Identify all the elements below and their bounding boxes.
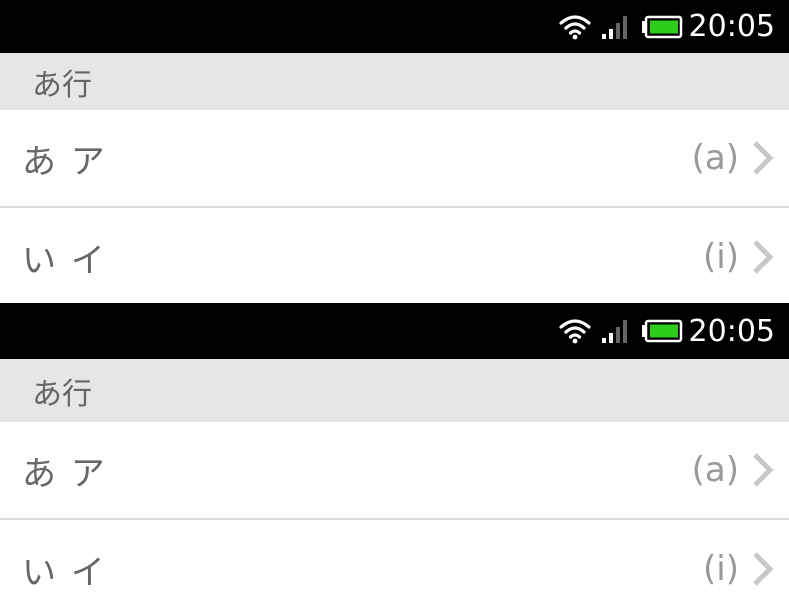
section-header: あ行 [0,53,789,110]
kana-label: い イ [22,552,107,593]
list-item[interactable]: あ ア (a) [0,422,789,520]
chevron-right-icon [751,452,775,488]
list-item[interactable]: あ ア (a) [0,110,789,208]
romaji-label: (i) [703,237,739,277]
battery-icon [641,15,683,39]
chevron-right-icon [751,140,775,176]
signal-icon [601,318,631,344]
section-header: あ行 [0,359,789,422]
kana-label: あ ア [22,453,107,494]
phone-screen-1: 20:05 あ行 あ ア (a) い イ (i) [0,0,789,303]
phone-screen-2: 20:05 あ行 あ ア (a) い イ (i) [0,303,789,600]
romaji-label: (i) [703,549,739,589]
chevron-right-icon [751,239,775,275]
battery-icon [641,319,683,343]
kana-label: あ ア [22,141,107,182]
status-bar: 20:05 [0,303,789,359]
chevron-right-icon [751,551,775,587]
status-time: 20:05 [688,9,775,44]
signal-icon [601,14,631,40]
kana-label: い イ [22,240,107,281]
romaji-label: (a) [691,450,739,490]
list-item[interactable]: い イ (i) [0,520,789,600]
status-time: 20:05 [688,313,775,349]
wifi-icon [558,318,591,344]
romaji-label: (a) [691,138,739,178]
list-item[interactable]: い イ (i) [0,208,789,303]
status-bar: 20:05 [0,0,789,53]
wifi-icon [558,14,591,40]
